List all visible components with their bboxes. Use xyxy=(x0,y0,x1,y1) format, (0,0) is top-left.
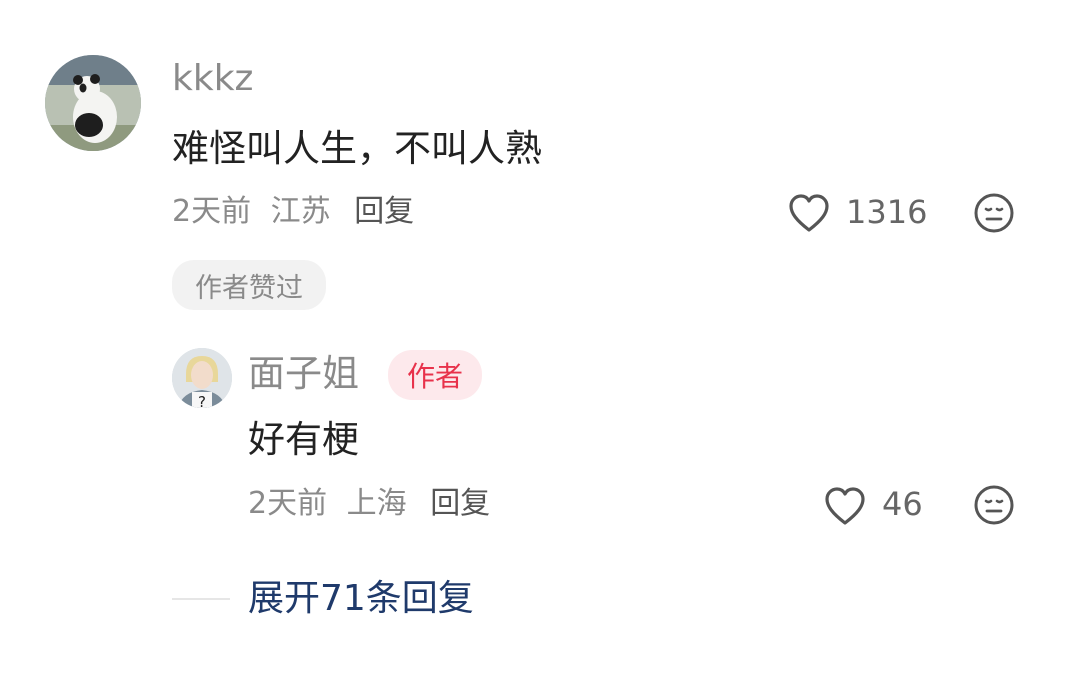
neutral-face-icon xyxy=(974,193,1014,233)
author-badge: 作者 xyxy=(388,350,482,400)
heart-outline-icon xyxy=(825,487,865,525)
expand-replies-button[interactable]: 展开71条回复 xyxy=(248,576,474,622)
comment-reaction-button[interactable] xyxy=(972,191,1016,235)
reply-username[interactable]: 面子姐 xyxy=(248,350,359,398)
reply-avatar[interactable]: ? xyxy=(172,348,232,408)
comment-time: 2天前 xyxy=(172,194,252,229)
heart-outline-icon xyxy=(789,194,829,232)
reply-like-button[interactable] xyxy=(822,483,868,529)
commenter-username[interactable]: kkkz xyxy=(172,58,253,100)
reply-reply-button[interactable]: 回复 xyxy=(430,486,490,521)
commenter-avatar[interactable] xyxy=(45,55,141,151)
expand-divider xyxy=(172,598,230,600)
neutral-face-icon xyxy=(974,485,1014,525)
comment-like-button[interactable] xyxy=(786,190,832,236)
reply-text: 好有梗 xyxy=(248,418,359,461)
reply-time: 2天前 xyxy=(248,486,328,521)
reply-location: 上海 xyxy=(346,486,407,521)
comment-meta: 2天前 江苏 回复 xyxy=(172,192,414,232)
reply-meta: 2天前 上海 回复 xyxy=(248,484,490,524)
comment-like-count: 1316 xyxy=(846,193,928,231)
reply-reaction-button[interactable] xyxy=(972,483,1016,527)
comment-text: 难怪叫人生，不叫人熟 xyxy=(172,127,542,170)
comment-reply-button[interactable]: 回复 xyxy=(354,194,414,229)
reply-like-count: 46 xyxy=(882,485,923,523)
comment-location: 江苏 xyxy=(270,194,331,229)
svg-text:?: ? xyxy=(198,393,206,408)
author-liked-badge: 作者赞过 xyxy=(172,260,326,310)
